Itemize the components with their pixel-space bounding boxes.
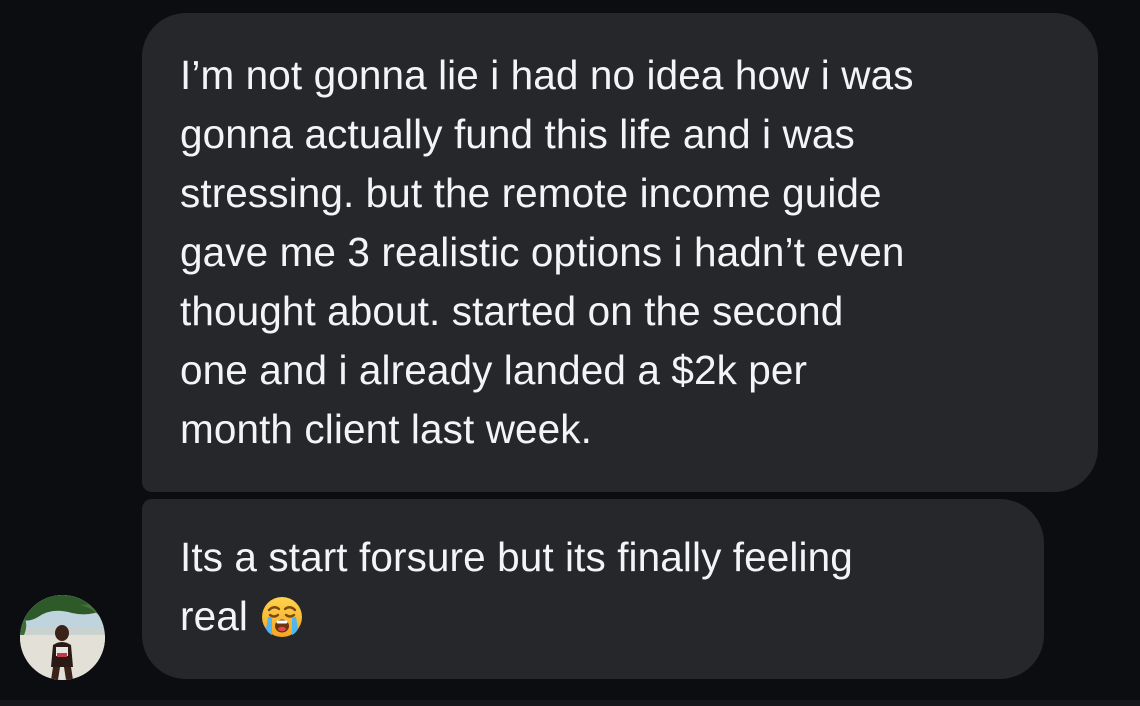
message-text-line: I’m not gonna lie i had no idea how i wa… (180, 52, 914, 98)
screen-bottom-edge (0, 700, 1140, 706)
avatar[interactable] (20, 595, 105, 680)
message-text-fragment: real (180, 593, 248, 639)
message-text-line: Its a start forsure but its finally feel… (180, 534, 853, 580)
message-text-line: gonna actually fund this life and i was (180, 111, 855, 157)
message-text-line: one and i already landed a $2k per (180, 347, 808, 393)
loudly-crying-face-icon (260, 595, 304, 655)
message-text-line: gave me 3 realistic options i hadn’t eve… (180, 229, 905, 275)
message-text-line: month client last week. (180, 406, 592, 452)
message-bubble[interactable]: Its a start forsure but its finally feel… (142, 499, 1044, 679)
message-text-line: thought about. started on the second (180, 288, 844, 334)
message-text-line: stressing. but the remote income guide (180, 170, 882, 216)
message-bubble[interactable]: I’m not gonna lie i had no idea how i wa… (142, 13, 1098, 492)
message-text-line: real (180, 587, 1014, 655)
